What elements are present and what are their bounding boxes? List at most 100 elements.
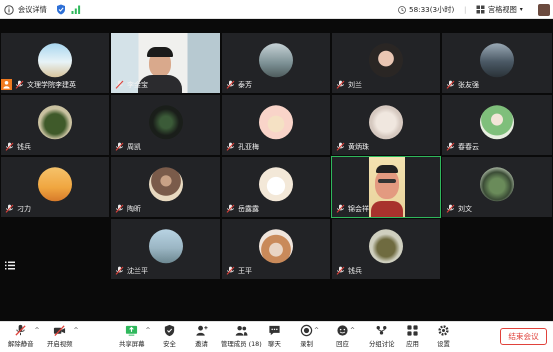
record-button[interactable]: 录制 ^ [300, 324, 319, 352]
avatar [480, 167, 514, 202]
meeting-info-button[interactable]: 会议详情 [4, 0, 47, 19]
shield-status[interactable] [56, 0, 66, 19]
participant-tile[interactable]: 岳露露 [221, 156, 331, 218]
chat-label: 聊天 [268, 340, 281, 348]
avatar [38, 43, 72, 78]
view-mode-button[interactable]: 宫格视图 ▾ [476, 0, 523, 19]
mic-muted-icon [5, 142, 14, 151]
chat-icon [269, 325, 280, 336]
participant-name: 文理学院李建英 [27, 80, 76, 89]
mic-muted-icon [336, 142, 345, 151]
participant-name: 沈兰平 [127, 266, 148, 275]
mic-muted-icon [5, 204, 14, 213]
chevron-up-icon[interactable]: ^ [35, 327, 40, 334]
clock-icon [398, 5, 406, 14]
mic-muted-icon [226, 266, 235, 275]
participant-name-bar: 刁力 [5, 203, 31, 214]
members-icon [235, 325, 248, 336]
unmute-button[interactable]: 解除静音 ^ [8, 324, 40, 352]
security-label: 安全 [163, 340, 176, 348]
mic-muted-icon [446, 142, 455, 151]
meeting-info-label: 会议详情 [18, 4, 47, 14]
mic-muted-icon [115, 142, 124, 151]
breakout-icon [376, 326, 387, 335]
record-icon [300, 324, 313, 337]
security-button[interactable]: 安全 [163, 324, 176, 352]
participant-tile[interactable]: 黄炳珠 [331, 94, 441, 156]
avatar [259, 167, 293, 202]
participant-tile[interactable]: 刘兰 [331, 32, 441, 94]
participant-tile[interactable]: 李金宝 [110, 32, 221, 94]
participant-name: 王平 [238, 266, 252, 275]
settings-label: 设置 [437, 340, 450, 348]
mic-muted-icon [115, 204, 124, 213]
record-label: 录制 [300, 340, 313, 348]
view-mode-label: 宫格视图 [488, 4, 517, 14]
invite-button[interactable]: 邀请 [195, 324, 208, 352]
participant-name: 钱兵 [17, 142, 31, 151]
participant-tile[interactable]: 春春云 [441, 94, 553, 156]
apps-button[interactable]: 应用 [406, 324, 419, 352]
avatar [148, 105, 183, 140]
avatar-icon [538, 3, 550, 16]
participant-name-bar: 刘文 [446, 203, 472, 214]
chevron-up-icon[interactable]: ^ [350, 327, 355, 334]
participant-tile[interactable]: 王平 [221, 218, 331, 280]
manage-members-button[interactable]: 管理成员 (18) [221, 324, 262, 352]
mic-muted-icon [226, 142, 235, 151]
participant-tile[interactable]: 泰芳 [221, 32, 331, 94]
participant-tile[interactable]: 沈兰平 [110, 218, 221, 280]
participant-tile[interactable]: 张友强 [441, 32, 553, 94]
unmute-label: 解除静音 [8, 340, 34, 348]
end-meeting-button[interactable]: 结束会议 [500, 328, 547, 345]
grid-view-icon [476, 5, 485, 14]
participant-tile[interactable]: 周凯 [110, 94, 221, 156]
mic-muted-icon [336, 80, 345, 89]
avatar [38, 105, 72, 140]
participant-tile[interactable]: 孔亚梅 [221, 94, 331, 156]
start-video-label: 开启视频 [47, 340, 73, 348]
participant-name: 黄炳珠 [348, 142, 369, 151]
chevron-up-icon[interactable]: ^ [314, 327, 319, 334]
participant-tile[interactable]: 刁力 [0, 156, 110, 218]
participant-tile[interactable]: 钱兵 [331, 218, 441, 280]
participant-tile[interactable]: 刘文 [441, 156, 553, 218]
participant-name-bar: 沈兰平 [115, 265, 148, 276]
chevron-up-icon[interactable]: ^ [146, 327, 151, 334]
gear-icon [438, 325, 449, 336]
breakout-rooms-button[interactable]: 分组讨论 [369, 324, 395, 352]
meeting-toolbar: 解除静音 ^ 开启视频 ^ 共享屏幕 ^ 安全 邀请 管理成员 (18) 聊天 … [0, 321, 553, 352]
participant-name: 孔亚梅 [238, 142, 259, 151]
participant-tile[interactable]: 文理学院李建英 [0, 32, 110, 94]
breakout-label: 分组讨论 [369, 340, 395, 348]
avatar [38, 167, 72, 202]
user-avatar[interactable] [538, 0, 550, 19]
participants-list-toggle[interactable] [3, 258, 17, 272]
settings-button[interactable]: 设置 [437, 324, 450, 352]
participant-name: 锦会祥 [348, 204, 369, 213]
mic-muted-icon [446, 80, 455, 89]
add-user-icon [196, 325, 208, 336]
avatar [369, 105, 403, 140]
reactions-button[interactable]: 回应 ^ [336, 324, 355, 352]
participant-name: 张友强 [458, 80, 479, 89]
participant-tile[interactable]: 钱兵 [0, 94, 110, 156]
participant-name: 春春云 [458, 142, 479, 151]
manage-members-label: 管理成员 (18) [221, 340, 262, 348]
mic-muted-icon [226, 80, 235, 89]
meeting-timer: 58:33(3小时) [398, 0, 454, 19]
start-video-button[interactable]: 开启视频 ^ [47, 324, 79, 352]
network-status[interactable] [71, 0, 81, 19]
participant-name-bar: 刘兰 [336, 79, 362, 90]
participant-name-bar: 钱兵 [336, 265, 362, 276]
share-screen-button[interactable]: 共享屏幕 ^ [119, 324, 151, 352]
share-screen-label: 共享屏幕 [119, 340, 145, 348]
participant-name-bar: 钱兵 [5, 141, 31, 152]
chat-button[interactable]: 聊天 [268, 324, 281, 352]
participant-tile[interactable]: 锦会祥 [331, 156, 441, 218]
participant-name-bar: 岳露露 [226, 203, 259, 214]
reaction-icon [337, 325, 348, 336]
participant-tile[interactable]: 陶昕 [110, 156, 221, 218]
invite-label: 邀请 [195, 340, 208, 348]
chevron-up-icon[interactable]: ^ [74, 327, 79, 334]
